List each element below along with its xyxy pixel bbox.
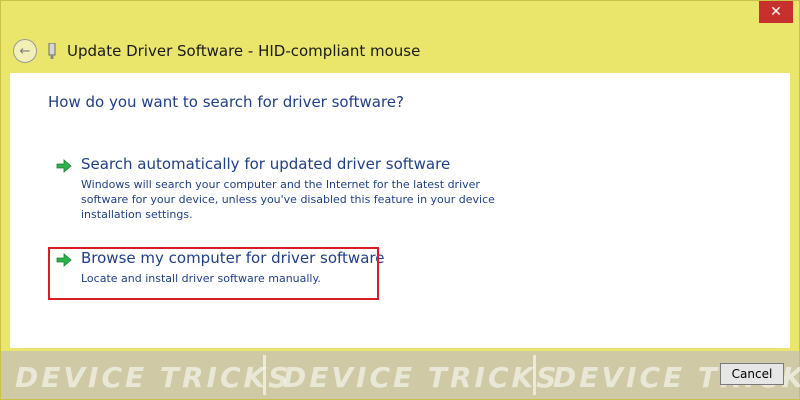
update-driver-window: ✕ ← Update Driver Software - HID-complia… bbox=[0, 0, 800, 400]
highlight-box bbox=[48, 247, 379, 300]
search-automatically-option[interactable]: Search automatically for updated driver … bbox=[48, 155, 508, 225]
back-arrow-icon: ← bbox=[19, 43, 31, 59]
device-icon bbox=[48, 43, 56, 59]
dialog-content: How do you want to search for driver sof… bbox=[10, 73, 790, 348]
back-button[interactable]: ← bbox=[13, 39, 37, 63]
titlebar: ← Update Driver Software - HID-compliant… bbox=[13, 37, 420, 65]
option-title: Search automatically for updated driver … bbox=[81, 155, 451, 173]
watermark-divider bbox=[263, 355, 266, 395]
close-button[interactable]: ✕ bbox=[759, 1, 793, 23]
window-title: Update Driver Software - HID-compliant m… bbox=[67, 42, 421, 60]
dialog-footer: DEVICE TRICKS DEVICE TRICKS DEVICE TRICK… bbox=[1, 351, 800, 399]
watermark-text: DEVICE TRICKS bbox=[15, 361, 292, 394]
watermark-text: DEVICE TRICKS bbox=[283, 361, 560, 394]
option-description: Windows will search your computer and th… bbox=[81, 178, 495, 221]
green-arrow-icon bbox=[56, 159, 72, 173]
close-icon: ✕ bbox=[770, 4, 782, 20]
cancel-button[interactable]: Cancel bbox=[720, 363, 784, 385]
watermark-divider bbox=[533, 355, 536, 395]
dialog-heading: How do you want to search for driver sof… bbox=[48, 93, 404, 111]
